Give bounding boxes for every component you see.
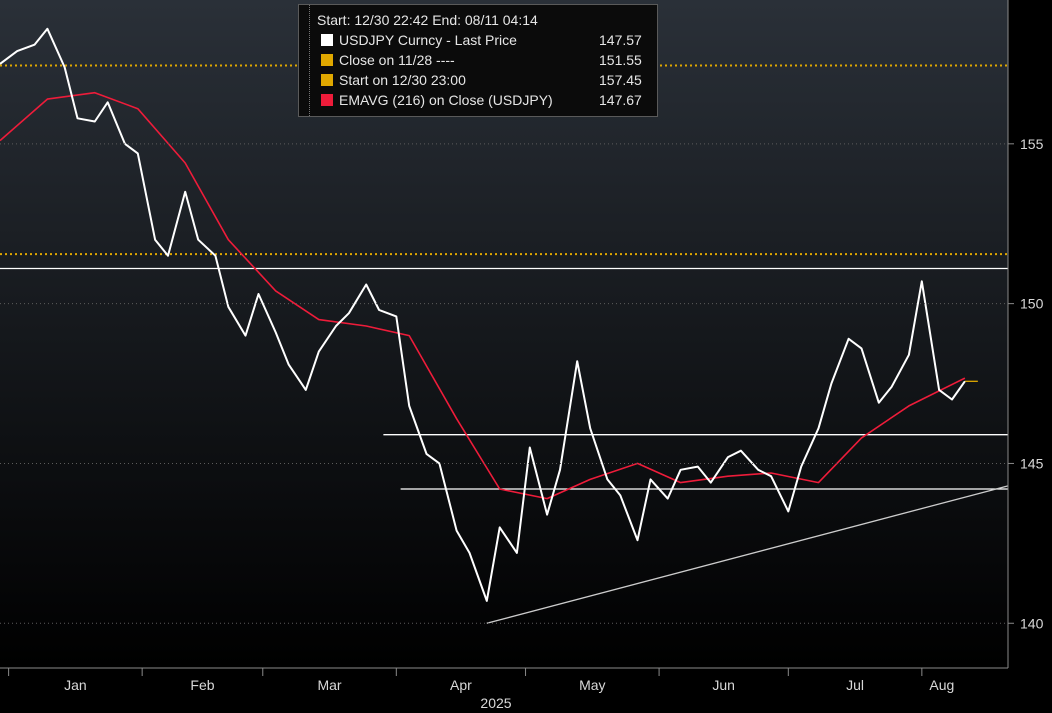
legend-row-close-ref[interactable]: Close on 11/28 ---- 151.55: [299, 50, 657, 70]
x-tick-label-apr: Apr: [450, 677, 472, 693]
legend-value-last-price: 147.57: [599, 32, 642, 48]
legend-label-last-price: USDJPY Curncy - Last Price: [339, 32, 517, 48]
y-tick-label-145: 145: [1020, 455, 1044, 471]
x-tick-label-aug: Aug: [929, 677, 954, 693]
x-tick-label-jun: Jun: [712, 677, 735, 693]
legend-swatch-emavg: [321, 94, 333, 106]
legend-swatch-close-ref: [321, 54, 333, 66]
legend-header: Start: 12/30 22:42 End: 08/11 04:14: [317, 12, 538, 28]
legend-label-start-ref: Start on 12/30 23:00: [339, 72, 466, 88]
legend-label-emavg: EMAVG (216) on Close (USDJPY): [339, 92, 553, 108]
legend-row-emavg[interactable]: EMAVG (216) on Close (USDJPY) 147.67: [299, 90, 657, 110]
legend-value-emavg: 147.67: [599, 92, 642, 108]
x-tick-label-jul: Jul: [846, 677, 864, 693]
legend-value-close-ref: 151.55: [599, 52, 642, 68]
x-tick-label-mar: Mar: [317, 677, 341, 693]
y-tick-label-150: 150: [1020, 296, 1044, 312]
y-tick-label-140: 140: [1020, 615, 1044, 631]
x-tick-label-jan: Jan: [64, 677, 87, 693]
y-tick-label-155: 155: [1020, 136, 1044, 152]
x-tick-label-may: May: [579, 677, 605, 693]
legend-box: Start: 12/30 22:42 End: 08/11 04:14 USDJ…: [298, 4, 658, 117]
x-axis-year-label: 2025: [480, 695, 511, 711]
legend-label-close-ref: Close on 11/28 ----: [339, 52, 455, 68]
x-tick-label-feb: Feb: [190, 677, 214, 693]
legend-swatch-start-ref: [321, 74, 333, 86]
legend-row-start-ref[interactable]: Start on 12/30 23:00 157.45: [299, 70, 657, 90]
legend-row-last-price[interactable]: USDJPY Curncy - Last Price 147.57: [299, 30, 657, 50]
legend-swatch-last-price: [321, 34, 333, 46]
x-axis: 2025 Jan Feb Mar Apr May Jun Jul Aug: [0, 667, 1008, 711]
legend-value-start-ref: 157.45: [599, 72, 642, 88]
